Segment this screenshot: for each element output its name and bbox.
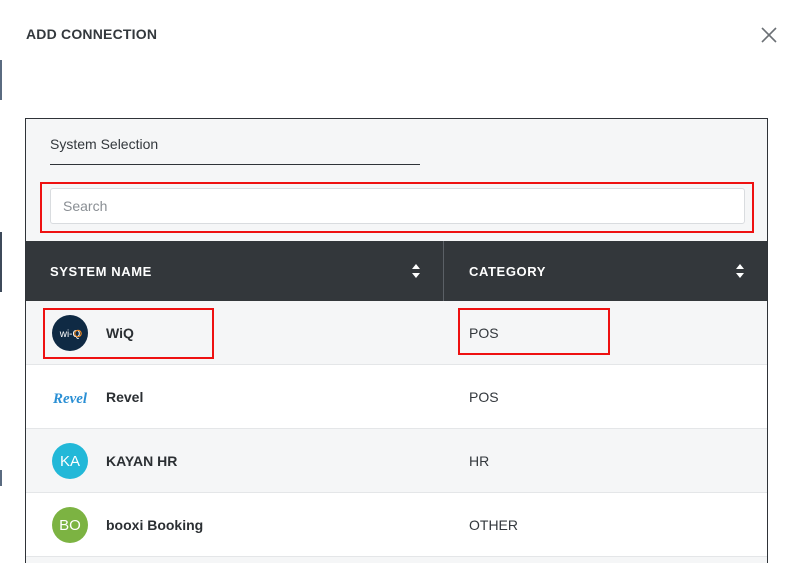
wiq-logo-icon: wi-Q (52, 315, 88, 351)
sort-icon (736, 264, 744, 278)
column-header-system-name[interactable]: SYSTEM NAME (26, 241, 444, 301)
background-page-edge (0, 232, 2, 292)
avatar: KA (52, 443, 88, 479)
column-header-label: SYSTEM NAME (50, 263, 152, 279)
table-header: SYSTEM NAME CATEGORY (26, 241, 767, 301)
table-row[interactable]: KA KAYAN HR HR (26, 429, 767, 493)
svg-text:Revel: Revel (52, 391, 88, 407)
system-category: HR (469, 452, 490, 469)
background-page-edge (0, 470, 2, 486)
dialog-title: ADD CONNECTION (26, 26, 158, 42)
revel-logo-icon: Revel (52, 379, 88, 415)
system-category: POS (469, 324, 499, 341)
system-category: POS (469, 388, 499, 405)
column-header-category[interactable]: CATEGORY (445, 241, 767, 301)
close-icon (761, 27, 777, 43)
close-button[interactable] (758, 24, 780, 46)
background-page-edge (0, 60, 2, 100)
system-selection-panel: System Selection SYSTEM NAME CATEGORY wi… (25, 118, 768, 563)
search-input[interactable] (50, 188, 745, 224)
table-row[interactable]: BO booxi Booking OTHER (26, 493, 767, 557)
table-row[interactable]: wi-Q WiQ POS (26, 301, 767, 365)
system-category: OTHER (469, 516, 518, 533)
tab-system-selection[interactable]: System Selection (50, 136, 420, 165)
column-header-label: CATEGORY (469, 263, 547, 279)
system-name: KAYAN HR (106, 452, 178, 469)
system-name: Revel (106, 388, 144, 405)
system-name: booxi Booking (106, 516, 204, 533)
sort-icon (412, 264, 420, 278)
table-row[interactable]: Revel Revel POS (26, 365, 767, 429)
system-name: WiQ (106, 324, 134, 341)
avatar: BO (52, 507, 88, 543)
